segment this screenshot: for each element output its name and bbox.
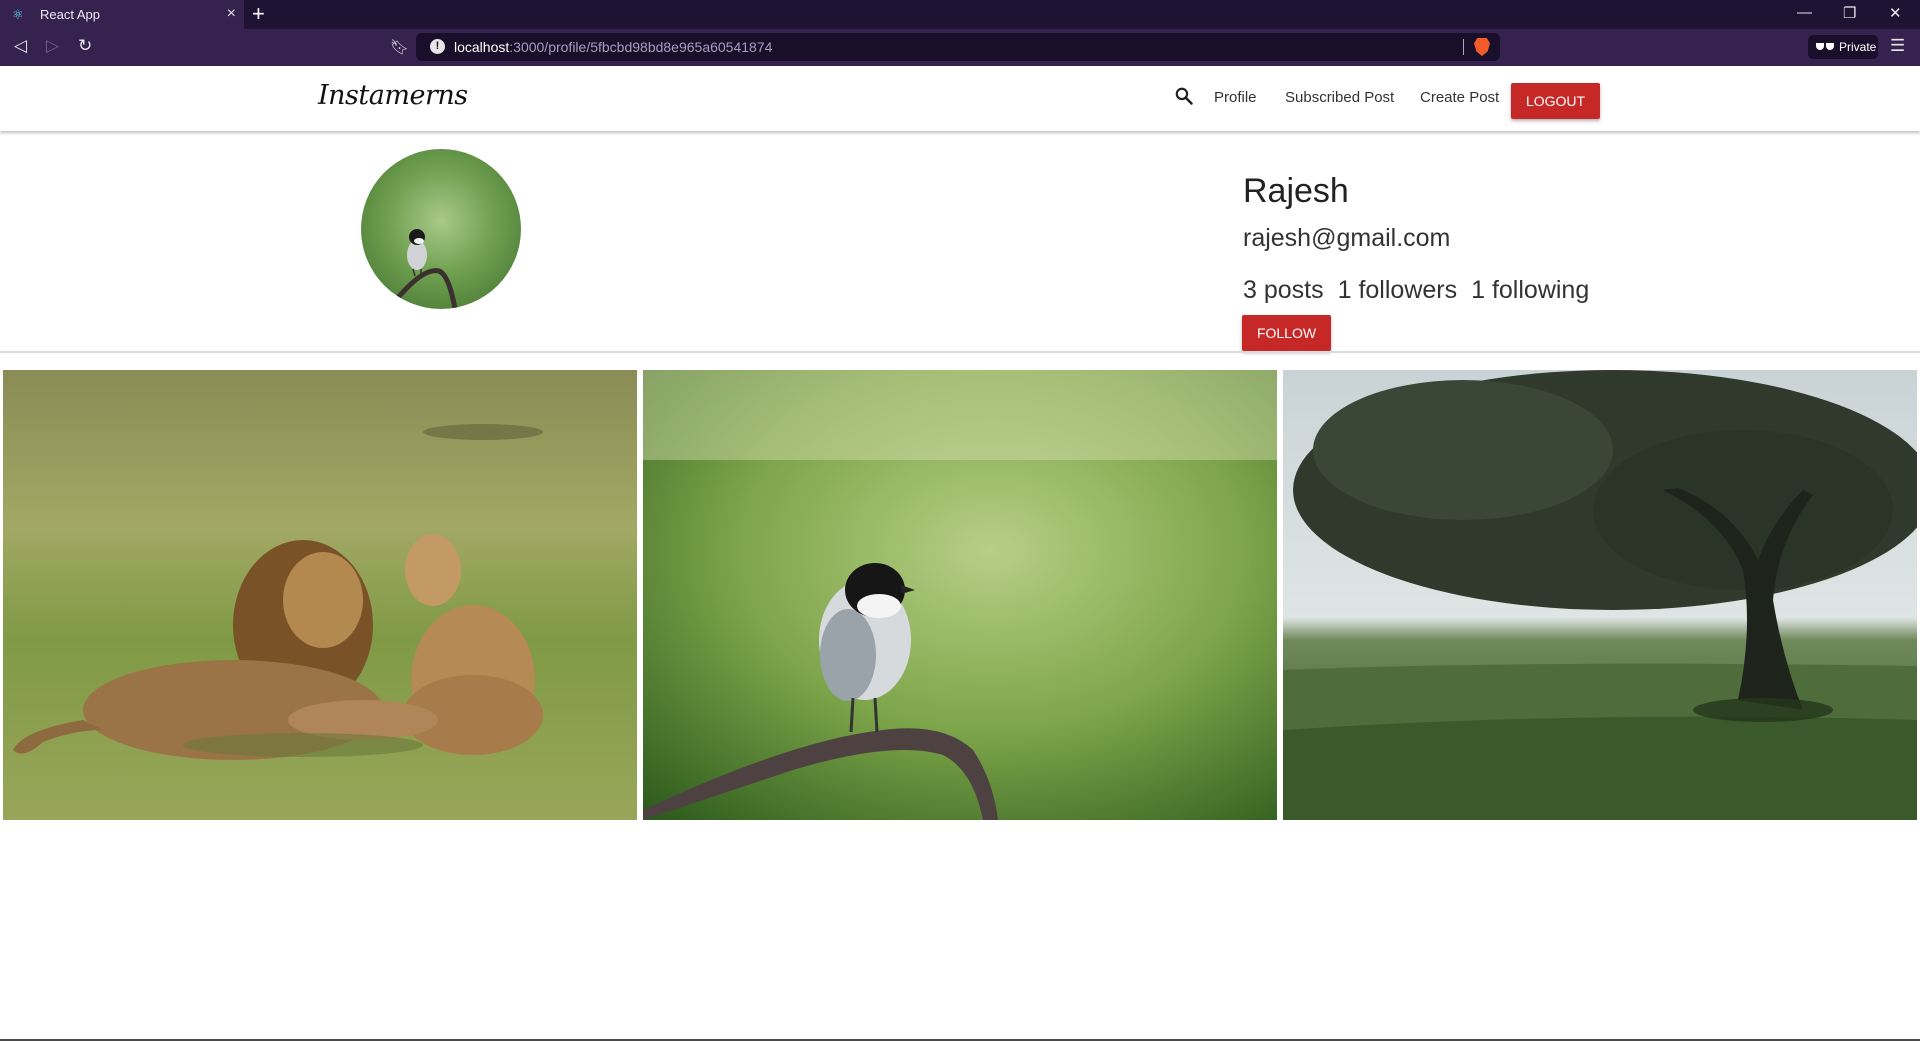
profile-name: Rajesh [1243, 172, 1349, 210]
reload-icon[interactable]: ↻ [78, 36, 92, 56]
brand-logo[interactable]: Instamerns [318, 80, 468, 111]
post-image-bird[interactable] [643, 370, 1277, 820]
nav-subscribed-post-link[interactable]: Subscribed Post [1285, 89, 1394, 106]
address-bar[interactable]: 🔖︎ ! localhost:3000/profile/5fbcbd98bd8e… [390, 33, 1500, 61]
divider [0, 351, 1920, 353]
private-glasses-icon [1816, 43, 1834, 50]
react-icon: ⚛ [12, 6, 24, 22]
menu-icon[interactable]: ☰ [1890, 36, 1905, 56]
avatar [361, 149, 521, 309]
tab-title: React App [40, 7, 100, 22]
browser-tab[interactable]: ⚛ React App × [0, 0, 244, 29]
logout-button[interactable]: LOGOUT [1511, 83, 1600, 119]
new-tab-icon[interactable]: + [252, 3, 265, 25]
close-tab-icon[interactable]: × [227, 6, 236, 22]
back-icon[interactable]: ◁ [14, 36, 27, 56]
url-text[interactable]: localhost:3000/profile/5fbcbd98bd8e965a6… [454, 39, 772, 55]
separator [1463, 39, 1464, 55]
follow-button[interactable]: FOLLOW [1242, 315, 1331, 351]
site-info-icon[interactable]: ! [430, 39, 445, 54]
app-navbar: Instamerns Profile Subscribed Post Creat… [0, 66, 1920, 131]
post-image-lions[interactable] [3, 370, 637, 820]
browser-tabbar: ⚛ React App × + — ❐ ✕ [0, 0, 1920, 29]
forward-icon[interactable]: ▷ [46, 36, 59, 56]
post-image-tree[interactable] [1283, 370, 1917, 820]
profile-stats: 3 posts 1 followers 1 following [1243, 276, 1589, 305]
brave-shield-icon[interactable] [1474, 38, 1490, 56]
private-badge: Private [1808, 35, 1878, 59]
following-count: 1 following [1471, 276, 1590, 304]
bookmark-icon[interactable]: 🔖︎ [390, 38, 409, 56]
search-icon[interactable] [1174, 86, 1194, 106]
browser-toolbar: ◁ ▷ ↻ 🔖︎ ! localhost:3000/profile/5fbcbd… [0, 29, 1920, 66]
minimize-icon[interactable]: — [1797, 4, 1812, 21]
post-gallery [3, 370, 1917, 820]
posts-count: 3 posts [1243, 276, 1324, 304]
window-close-icon[interactable]: ✕ [1889, 4, 1902, 22]
nav-profile-link[interactable]: Profile [1214, 89, 1257, 106]
profile-email: rajesh@gmail.com [1243, 224, 1451, 252]
restore-icon[interactable]: ❐ [1843, 4, 1856, 22]
followers-count: 1 followers [1337, 276, 1458, 304]
nav-create-post-link[interactable]: Create Post [1420, 89, 1499, 106]
